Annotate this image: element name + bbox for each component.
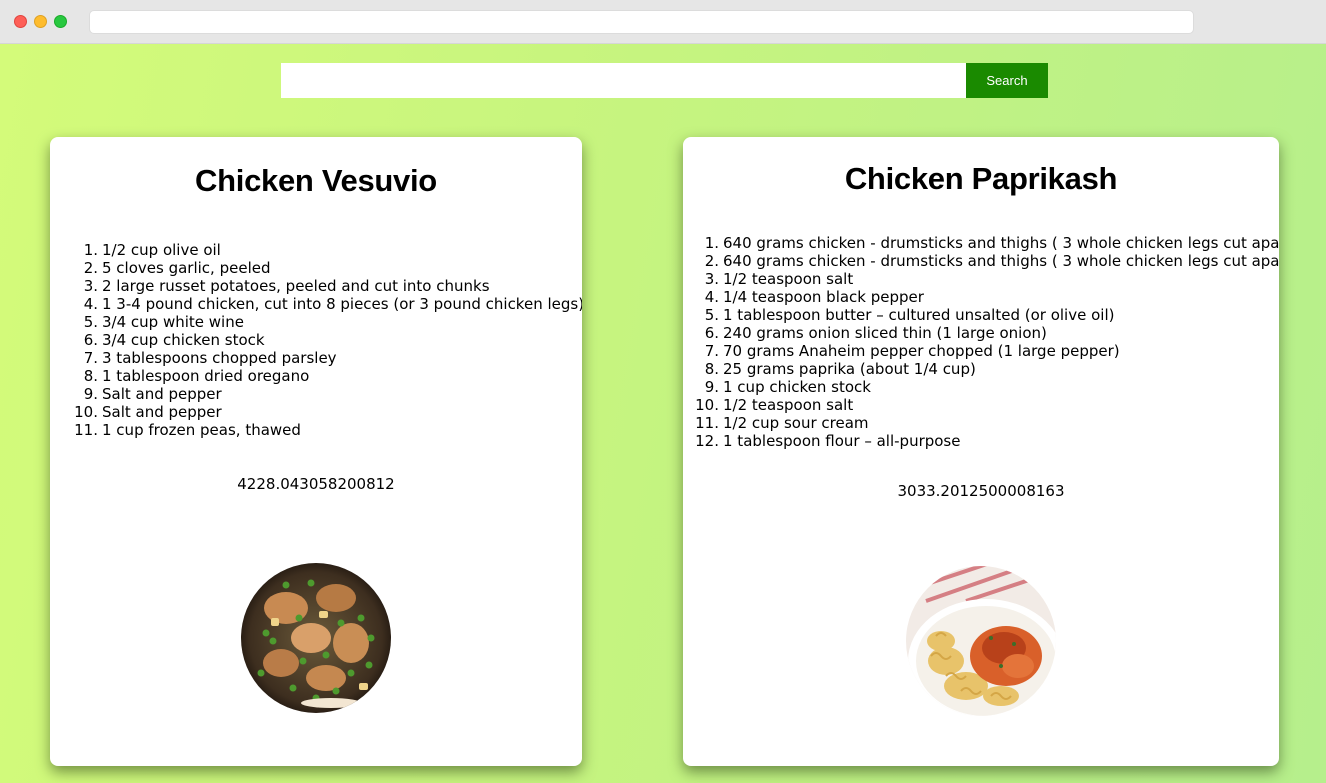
dish-image bbox=[241, 563, 391, 713]
ingredient-number: 2. bbox=[83, 259, 98, 277]
ingredient-number: 8. bbox=[83, 367, 98, 385]
ingredient-number: 7. bbox=[704, 342, 719, 360]
ingredient-text: 1 cup chicken stock bbox=[723, 378, 871, 396]
ingredient-item: 5. 3/4 cup white wine bbox=[68, 313, 582, 331]
ingredient-text: 70 grams Anaheim pepper chopped (1 large… bbox=[723, 342, 1120, 360]
ingredient-text: 1 cup frozen peas, thawed bbox=[102, 421, 301, 439]
ingredient-item: 11. 1/2 cup sour cream bbox=[689, 414, 1279, 432]
calorie-count: 4228.043058200812 bbox=[237, 475, 395, 493]
ingredient-item: 2. 640 grams chicken - drumsticks and thi… bbox=[689, 252, 1279, 270]
ingredient-text: 3 tablespoons chopped parsley bbox=[102, 349, 337, 367]
ingredient-number: 9. bbox=[704, 378, 719, 396]
address-bar[interactable] bbox=[89, 10, 1194, 34]
ingredient-item: 3. 1/2 teaspoon salt bbox=[689, 270, 1279, 288]
ingredient-item: 8. 1 tablespoon dried oregano bbox=[68, 367, 582, 385]
ingredient-number: 11. bbox=[74, 421, 98, 439]
ingredient-text: 1/4 teaspoon black pepper bbox=[723, 288, 924, 306]
ingredient-number: 10. bbox=[74, 403, 98, 421]
recipe-card: Chicken Vesuvio 1. 1/2 cup olive oil 2. 5 c… bbox=[50, 137, 582, 766]
ingredient-item: 10. 1/2 teaspoon salt bbox=[689, 396, 1279, 414]
ingredient-item: 2. 5 cloves garlic, peeled bbox=[68, 259, 582, 277]
ingredient-text: 3/4 cup chicken stock bbox=[102, 331, 265, 349]
recipe-card: Chicken Paprikash 1. 640 grams chicken - … bbox=[683, 137, 1279, 766]
ingredient-number: 9. bbox=[83, 385, 98, 403]
ingredient-number: 3. bbox=[83, 277, 98, 295]
ingredient-item: 12. 1 tablespoon flour – all-purpose bbox=[689, 432, 1279, 450]
ingredient-item: 11. 1 cup frozen peas, thawed bbox=[68, 421, 582, 439]
ingredient-text: 25 grams paprika (about 1/4 cup) bbox=[723, 360, 976, 378]
ingredient-number: 7. bbox=[83, 349, 98, 367]
ingredient-text: 640 grams chicken - drumsticks and thigh… bbox=[723, 252, 1279, 270]
ingredient-text: 1 tablespoon butter – cultured unsalted … bbox=[723, 306, 1115, 324]
chicken-vesuvio-photo bbox=[241, 563, 391, 713]
ingredient-number: 8. bbox=[704, 360, 719, 378]
ingredient-number: 3. bbox=[704, 270, 719, 288]
ingredient-text: 1/2 teaspoon salt bbox=[723, 396, 854, 414]
ingredient-item: 3. 2 large russet potatoes, peeled and cu… bbox=[68, 277, 582, 295]
ingredient-number: 5. bbox=[704, 306, 719, 324]
ingredient-text: 640 grams chicken - drumsticks and thigh… bbox=[723, 234, 1279, 252]
ingredient-number: 1. bbox=[83, 241, 98, 259]
ingredient-item: 7. 70 grams Anaheim pepper chopped (1 lar… bbox=[689, 342, 1279, 360]
ingredient-text: 1/2 teaspoon salt bbox=[723, 270, 854, 288]
ingredient-list: 1. 640 grams chicken - drumsticks and thi… bbox=[689, 234, 1279, 450]
ingredient-text: 1/2 cup olive oil bbox=[102, 241, 221, 259]
recipe-title: Chicken Paprikash bbox=[844, 161, 1118, 196]
browser-titlebar bbox=[0, 0, 1326, 44]
ingredient-text: 240 grams onion sliced thin (1 large oni… bbox=[723, 324, 1047, 342]
ingredient-text: 5 cloves garlic, peeled bbox=[102, 259, 271, 277]
ingredient-item: 10. Salt and pepper bbox=[68, 403, 582, 421]
minimize-window-button[interactable] bbox=[34, 15, 47, 28]
ingredient-item: 9. Salt and pepper bbox=[68, 385, 582, 403]
ingredient-list: 1. 1/2 cup olive oil 2. 5 cloves garlic, pe… bbox=[68, 241, 582, 439]
ingredient-item: 8. 25 grams paprika (about 1/4 cup) bbox=[689, 360, 1279, 378]
ingredient-item: 4. 1/4 teaspoon black pepper bbox=[689, 288, 1279, 306]
ingredient-number: 6. bbox=[704, 324, 719, 342]
ingredient-text: 1 tablespoon dried oregano bbox=[102, 367, 310, 385]
ingredient-item: 9. 1 cup chicken stock bbox=[689, 378, 1279, 396]
ingredient-text: 2 large russet potatoes, peeled and cut … bbox=[102, 277, 490, 295]
search-button[interactable]: Search bbox=[966, 63, 1048, 98]
ingredient-number: 2. bbox=[704, 252, 719, 270]
ingredient-item: 1. 640 grams chicken - drumsticks and thi… bbox=[689, 234, 1279, 252]
ingredient-text: 1 3-4 pound chicken, cut into 8 pieces (… bbox=[102, 295, 582, 313]
ingredient-text: Salt and pepper bbox=[102, 403, 222, 421]
ingredient-text: 1 tablespoon flour – all-purpose bbox=[723, 432, 961, 450]
ingredient-number: 4. bbox=[704, 288, 719, 306]
ingredient-number: 4. bbox=[83, 295, 98, 313]
calorie-count: 3033.2012500008163 bbox=[897, 482, 1065, 500]
ingredient-number: 12. bbox=[695, 432, 719, 450]
recipe-title: Chicken Vesuvio bbox=[195, 163, 437, 198]
ingredient-item: 4. 1 3-4 pound chicken, cut into 8 pieces… bbox=[68, 295, 582, 313]
chicken-paprikash-photo bbox=[906, 566, 1056, 716]
ingredient-item: 6. 3/4 cup chicken stock bbox=[68, 331, 582, 349]
ingredient-number: 6. bbox=[83, 331, 98, 349]
search-input[interactable] bbox=[281, 63, 966, 98]
dish-image bbox=[906, 566, 1056, 716]
maximize-window-button[interactable] bbox=[54, 15, 67, 28]
ingredient-text: Salt and pepper bbox=[102, 385, 222, 403]
page-viewport: Search Chicken Vesuvio 1. 1/2 cup olive o… bbox=[0, 44, 1326, 783]
ingredient-item: 7. 3 tablespoons chopped parsley bbox=[68, 349, 582, 367]
ingredient-number: 5. bbox=[83, 313, 98, 331]
ingredient-text: 1/2 cup sour cream bbox=[723, 414, 869, 432]
ingredient-item: 1. 1/2 cup olive oil bbox=[68, 241, 582, 259]
ingredient-number: 10. bbox=[695, 396, 719, 414]
close-window-button[interactable] bbox=[14, 15, 27, 28]
ingredient-item: 5. 1 tablespoon butter – cultured unsalte… bbox=[689, 306, 1279, 324]
ingredient-item: 6. 240 grams onion sliced thin (1 large o… bbox=[689, 324, 1279, 342]
ingredient-text: 3/4 cup white wine bbox=[102, 313, 244, 331]
ingredient-number: 1. bbox=[704, 234, 719, 252]
ingredient-number: 11. bbox=[695, 414, 719, 432]
